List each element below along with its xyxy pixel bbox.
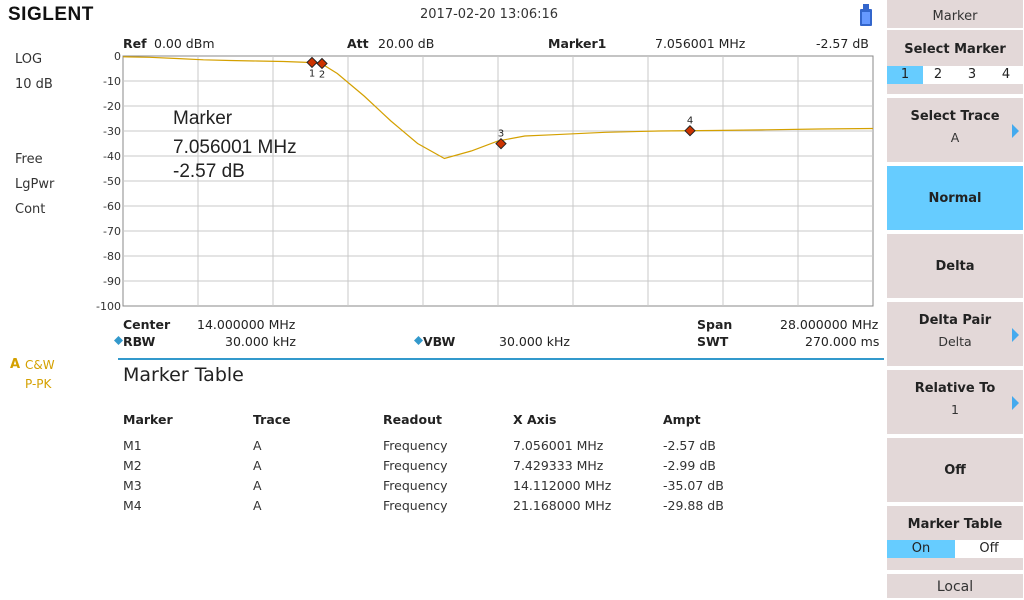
- cell: M1: [123, 438, 142, 453]
- cell: 21.168000 MHz: [513, 498, 612, 513]
- menu-title: Marker: [887, 0, 1023, 30]
- select-trace-softkey[interactable]: Select Trace A: [887, 98, 1023, 164]
- y-tick-label: -20: [103, 100, 121, 113]
- marker-table-softkey[interactable]: Marker Table On Off: [887, 506, 1023, 572]
- y-tick-label: -90: [103, 275, 121, 288]
- spectrum-plot[interactable]: 0-10-20-30-40-50-60-70-80-90-1001 234: [0, 0, 1024, 600]
- cell: Frequency: [383, 458, 448, 473]
- swt-value: 270.000 ms: [805, 334, 880, 349]
- marker-readout-freq: 7.056001 MHz: [173, 137, 297, 158]
- rbw-label: RBW: [123, 334, 156, 349]
- delta-softkey[interactable]: Delta: [887, 234, 1023, 300]
- select-marker-softkey[interactable]: Select Marker 1 2 3 4: [887, 30, 1023, 96]
- cell: M4: [123, 498, 142, 513]
- marker-readout-ampl: -2.57 dB: [173, 161, 245, 182]
- y-tick-label: -100: [96, 300, 121, 313]
- submenu-arrow-icon: [1012, 124, 1019, 138]
- cell: Frequency: [383, 478, 448, 493]
- select-trace-value: A: [950, 130, 960, 145]
- relative-to-value: 1: [951, 402, 959, 417]
- cell: A: [253, 438, 262, 453]
- vbw-coupled-icon: [414, 336, 423, 345]
- cell: -2.99 dB: [663, 458, 716, 473]
- local-button[interactable]: Local: [887, 574, 1023, 600]
- swt-label: SWT: [697, 334, 729, 349]
- col-readout: Readout: [383, 412, 442, 427]
- marker-table-title: Marker Table: [123, 364, 244, 386]
- delta-pair-value: Delta: [938, 334, 972, 349]
- marker-readout-title: Marker: [173, 108, 233, 129]
- marker-label: 2: [319, 69, 325, 80]
- cell: -35.07 dB: [663, 478, 724, 493]
- y-tick-label: -50: [103, 175, 121, 188]
- relative-to-softkey[interactable]: Relative To 1: [887, 370, 1023, 436]
- marker-label: 4: [687, 116, 693, 127]
- separator-line: [118, 358, 884, 360]
- select-trace-label: Select Trace: [910, 109, 1000, 124]
- center-value: 14.000000 MHz: [197, 317, 296, 332]
- vbw-label: VBW: [423, 334, 456, 349]
- cell: -2.57 dB: [663, 438, 716, 453]
- off-softkey[interactable]: Off: [887, 438, 1023, 504]
- normal-softkey[interactable]: Normal: [887, 166, 1023, 232]
- center-label: Center: [123, 317, 171, 332]
- marker-option-3[interactable]: 3: [955, 66, 989, 84]
- y-tick-label: -40: [103, 150, 121, 163]
- select-marker-label: Select Marker: [904, 42, 1006, 57]
- marker-table-label: Marker Table: [907, 517, 1003, 532]
- delta-pair-label: Delta Pair: [918, 313, 992, 328]
- relative-to-label: Relative To: [914, 381, 996, 396]
- y-tick-label: -60: [103, 200, 121, 213]
- marker-table-off[interactable]: Off: [955, 540, 1023, 558]
- submenu-arrow-icon: [1012, 396, 1019, 410]
- y-tick-label: -80: [103, 250, 121, 263]
- cell: Frequency: [383, 438, 448, 453]
- delta-pair-softkey[interactable]: Delta Pair Delta: [887, 302, 1023, 368]
- submenu-arrow-icon: [1012, 328, 1019, 342]
- rbw-coupled-icon: [114, 336, 123, 345]
- marker-option-1[interactable]: 1: [887, 66, 923, 84]
- cell: 7.056001 MHz: [513, 438, 604, 453]
- cell: Frequency: [383, 498, 448, 513]
- cell: 14.112000 MHz: [513, 478, 612, 493]
- marker-option-4[interactable]: 4: [989, 66, 1023, 84]
- cell: 7.429333 MHz: [513, 458, 604, 473]
- span-label: Span: [697, 317, 733, 332]
- cell: -29.88 dB: [663, 498, 724, 513]
- cell: M3: [123, 478, 142, 493]
- col-x-axis: X Axis: [513, 412, 557, 427]
- col-ampt: Ampt: [663, 412, 701, 427]
- marker-number-selector[interactable]: 1 2 3 4: [887, 66, 1023, 84]
- cell: A: [253, 478, 262, 493]
- y-tick-label: 0: [114, 50, 121, 63]
- y-tick-label: -70: [103, 225, 121, 238]
- marker-table-toggle[interactable]: On Off: [887, 540, 1023, 558]
- vbw-value: 30.000 kHz: [499, 334, 570, 349]
- col-trace: Trace: [253, 412, 291, 427]
- marker-label: 1: [309, 68, 315, 79]
- marker-label: 3: [498, 129, 504, 140]
- y-tick-label: -30: [103, 125, 121, 138]
- marker-option-2[interactable]: 2: [921, 66, 955, 84]
- marker-table-on[interactable]: On: [887, 540, 955, 558]
- cell: A: [253, 458, 262, 473]
- span-value: 28.000000 MHz: [780, 317, 879, 332]
- col-marker: Marker: [123, 412, 173, 427]
- cell: A: [253, 498, 262, 513]
- cell: M2: [123, 458, 142, 473]
- y-tick-label: -10: [103, 75, 121, 88]
- rbw-value: 30.000 kHz: [225, 334, 296, 349]
- softkey-panel: Marker Select Marker 1 2 3 4 Select Trac…: [885, 0, 1024, 600]
